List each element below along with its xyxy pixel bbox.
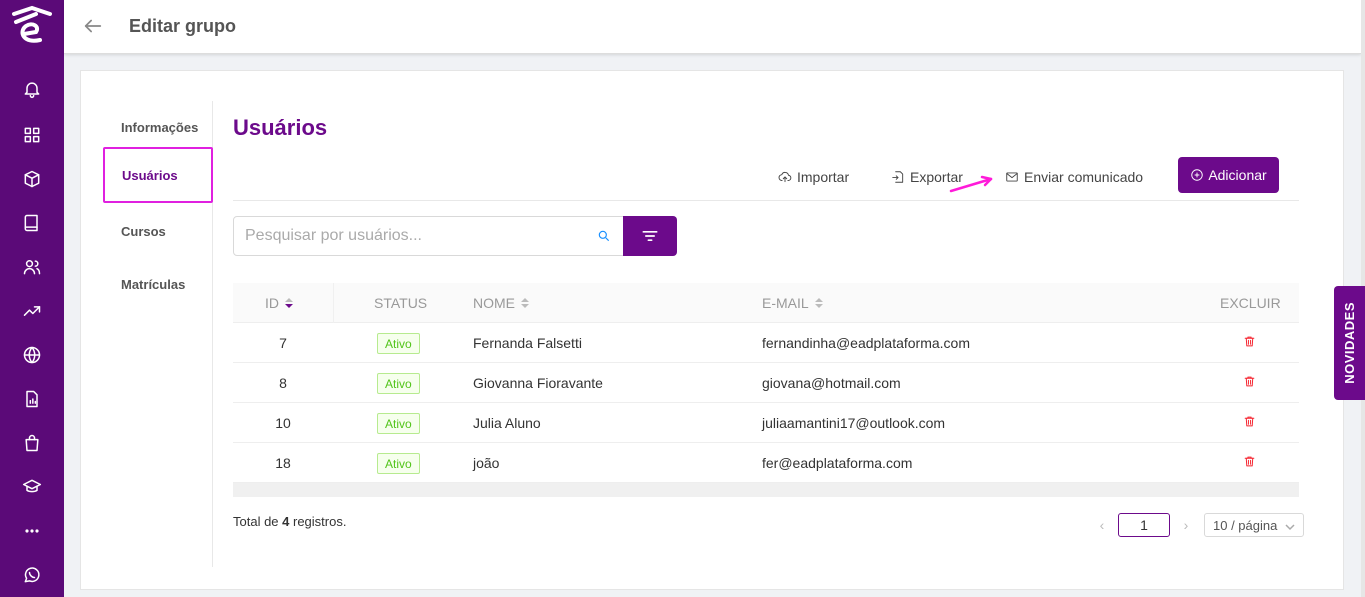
import-label: Importar: [797, 169, 850, 185]
table-row: 10 Ativo Julia Aluno juliaamantini17@out…: [233, 403, 1299, 443]
row-name: Fernanda Falsetti: [473, 335, 582, 351]
send-communication-button[interactable]: Enviar comunicado: [1005, 167, 1143, 187]
more-dots-icon[interactable]: [20, 519, 44, 543]
column-name[interactable]: NOME: [473, 295, 529, 311]
filter-icon: [640, 226, 660, 246]
file-export-icon: [891, 170, 910, 184]
tab-cursos[interactable]: Cursos: [105, 205, 213, 257]
column-delete: EXCLUIR: [1220, 295, 1281, 311]
row-id: 10: [275, 415, 291, 431]
column-id[interactable]: ID: [265, 295, 293, 311]
add-button[interactable]: Adicionar: [1178, 157, 1279, 193]
status-badge: Ativo: [377, 413, 420, 434]
plus-circle-icon: [1190, 168, 1208, 182]
trash-icon[interactable]: [1243, 335, 1257, 349]
novidades-side-tab[interactable]: NOVIDADES: [1334, 286, 1365, 400]
mail-icon: [1005, 170, 1024, 184]
send-communication-label: Enviar comunicado: [1024, 169, 1144, 185]
row-email: fernandinha@eadplataforma.com: [762, 335, 971, 351]
content-card: Informações Usuários Cursos Matrículas U…: [80, 70, 1344, 590]
section-title: Usuários: [233, 115, 328, 140]
trash-icon[interactable]: [1243, 415, 1257, 429]
table-row: 8 Ativo Giovanna Fioravante giovana@hotm…: [233, 363, 1299, 403]
whatsapp-icon[interactable]: [20, 563, 44, 587]
graduation-cap-icon[interactable]: [20, 475, 44, 499]
search-box: [233, 216, 624, 256]
users-icon[interactable]: [20, 255, 44, 279]
sort-icon[interactable]: [814, 297, 823, 309]
row-id: 8: [279, 375, 287, 391]
prev-page-icon[interactable]: ‹: [1094, 517, 1110, 533]
table-horizontal-scrollbar[interactable]: [233, 483, 1299, 497]
trash-icon[interactable]: [1243, 455, 1257, 469]
column-divider: [333, 283, 334, 323]
box-icon[interactable]: [20, 167, 44, 191]
dashboard-grid-icon[interactable]: [20, 123, 44, 147]
status-badge: Ativo: [377, 333, 420, 354]
tab-matriculas[interactable]: Matrículas: [105, 258, 213, 310]
back-arrow-icon[interactable]: [82, 15, 106, 39]
filter-button[interactable]: [623, 216, 677, 256]
row-id: 7: [279, 335, 287, 351]
search-input[interactable]: [234, 217, 584, 255]
table-row: 18 Ativo joão fer@eadplataforma.com: [233, 443, 1299, 483]
left-nav-rail: [0, 0, 64, 597]
add-label: Adicionar: [1208, 167, 1267, 183]
next-page-icon[interactable]: ›: [1178, 517, 1194, 533]
action-bar: Importar Exportar Enviar comunicado Adic…: [233, 157, 1299, 201]
column-status: STATUS: [374, 295, 428, 311]
sort-icon[interactable]: [521, 297, 529, 309]
users-table: ID STATUS NOME E-MAIL EXCLUIR 7 Ativo Fe…: [233, 283, 1299, 497]
page-size-value: 10 / página: [1213, 517, 1278, 533]
sort-icon[interactable]: [285, 297, 293, 309]
bell-icon[interactable]: [20, 77, 44, 101]
page-title: Editar grupo: [129, 16, 236, 36]
chevron-down-icon: [1285, 520, 1295, 531]
total-records: Total de 4 registros.: [233, 514, 346, 529]
row-email: fer@eadplataforma.com: [762, 455, 913, 471]
column-id-label: ID: [265, 295, 279, 311]
pagination: ‹ 1 › 10 / página: [1094, 513, 1304, 537]
trending-up-icon[interactable]: [20, 299, 44, 323]
row-email: juliaamantini17@outlook.com: [762, 415, 946, 431]
column-name-label: NOME: [473, 295, 515, 311]
row-id: 18: [275, 455, 291, 471]
status-badge: Ativo: [377, 373, 420, 394]
search-icon[interactable]: [597, 229, 611, 243]
top-header: Editar grupo: [64, 0, 1361, 54]
table-header: ID STATUS NOME E-MAIL EXCLUIR: [233, 283, 1299, 323]
row-name: Giovanna Fioravante: [473, 375, 603, 391]
trash-icon[interactable]: [1243, 375, 1257, 389]
status-badge: Ativo: [377, 453, 420, 474]
total-prefix: Total de: [233, 514, 283, 529]
report-icon[interactable]: [20, 387, 44, 411]
page-number[interactable]: 1: [1118, 513, 1170, 537]
column-email-label: E-MAIL: [762, 295, 809, 311]
tab-usuarios[interactable]: Usuários: [103, 147, 213, 203]
column-email[interactable]: E-MAIL: [762, 295, 823, 311]
import-button[interactable]: Importar: [778, 167, 849, 187]
globe-icon[interactable]: [20, 343, 44, 367]
shopping-bag-icon[interactable]: [20, 431, 44, 455]
row-name: joão: [473, 455, 500, 471]
app-logo-icon[interactable]: [10, 4, 54, 48]
novidades-label: NOVIDADES: [1342, 302, 1357, 384]
row-email: giovana@hotmail.com: [762, 375, 901, 391]
table-row: 7 Ativo Fernanda Falsetti fernandinha@ea…: [233, 323, 1299, 363]
annotation-arrow-icon: [949, 175, 993, 193]
side-tabs: Informações Usuários Cursos Matrículas: [103, 101, 213, 567]
page-size-select[interactable]: 10 / página: [1204, 513, 1304, 537]
tab-informacoes[interactable]: Informações: [105, 101, 213, 153]
row-name: Julia Aluno: [473, 415, 541, 431]
cloud-upload-icon: [778, 170, 797, 184]
book-icon[interactable]: [20, 211, 44, 235]
total-suffix: registros.: [289, 514, 347, 529]
